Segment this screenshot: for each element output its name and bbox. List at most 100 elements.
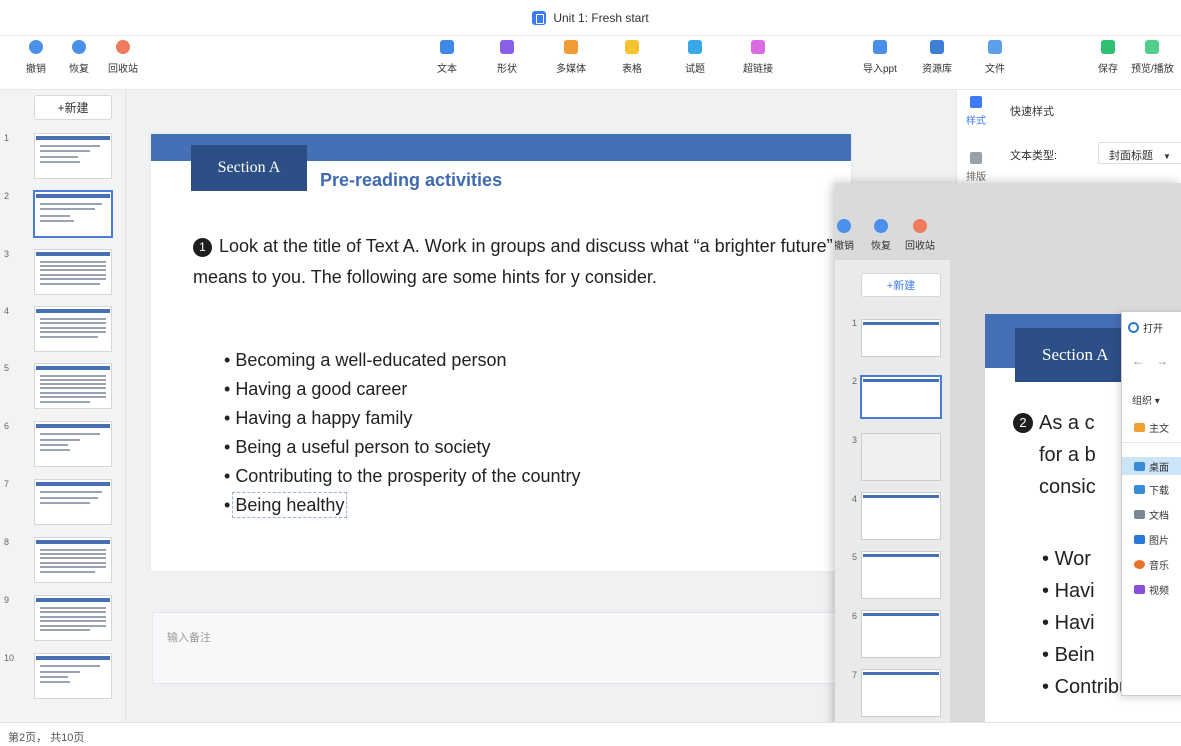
nav-arrows[interactable]: ← →: [1132, 354, 1168, 368]
undo-button[interactable]: 撤销: [26, 40, 46, 75]
overlay-window[interactable]: 撤销 恢复 回收站 +新建 1 2 3 4 5 6 7 8 Section A …: [835, 183, 1181, 746]
dialog-item-music[interactable]: 音乐: [1122, 557, 1169, 572]
slide-num: 7: [852, 670, 858, 680]
slide-thumb-2[interactable]: 2: [0, 191, 120, 237]
slide-thumb-6[interactable]: 6: [0, 421, 120, 467]
tab-layout[interactable]: 排版: [962, 152, 990, 183]
undo-icon: [837, 219, 851, 233]
thumbnail: [34, 249, 112, 295]
slide-thumb-4[interactable]: 4: [0, 306, 120, 352]
resources-button[interactable]: 资源库: [922, 40, 952, 75]
dialog-item-videos[interactable]: 视频: [1122, 582, 1169, 597]
import-ppt-button[interactable]: 导入ppt: [863, 40, 897, 75]
redo-icon: [72, 40, 86, 54]
slide-thumb-8[interactable]: 8: [0, 537, 120, 583]
list-item: Contributing to the prosperity of the co…: [224, 462, 580, 491]
overlay-thumb-4[interactable]: [861, 492, 941, 540]
music-icon: [1134, 560, 1145, 569]
preview-icon: [1145, 40, 1160, 54]
dialog-item-pictures[interactable]: 图片: [1122, 532, 1169, 547]
thumbnail: [34, 595, 112, 641]
question-text: Look at the title of Text A. Work in gro…: [193, 236, 833, 287]
overlay-thumb-1[interactable]: [861, 319, 941, 357]
list-item: Having a good career: [224, 375, 581, 404]
tab-style[interactable]: 样式: [962, 96, 990, 127]
slide-num: 1: [852, 318, 858, 328]
notes-input[interactable]: 输入备注: [152, 612, 852, 684]
slide-thumb-3[interactable]: 3: [0, 249, 120, 295]
picture-icon: [1134, 535, 1145, 544]
thumbnail: [34, 537, 112, 583]
thumbnail: [34, 653, 112, 699]
quiz-icon: [688, 40, 702, 54]
selected-text-box[interactable]: Being healthy: [232, 492, 348, 518]
chevron-down-icon: ▼: [1163, 152, 1171, 161]
organize-menu[interactable]: 组织 ▾: [1132, 392, 1160, 407]
question-number: 2: [1013, 413, 1033, 433]
import-ppt-icon: [872, 40, 887, 54]
dialog-item-home[interactable]: 主文: [1122, 420, 1169, 435]
overlay-new-button[interactable]: +新建: [861, 273, 941, 297]
question-line: for a b: [1039, 444, 1096, 466]
video-icon: [1134, 585, 1145, 594]
recycle-bin-button[interactable]: 回收站: [108, 40, 138, 75]
window-title: Unit 1: Fresh start: [553, 10, 649, 25]
section-label[interactable]: Section A: [191, 145, 307, 191]
slide-num: 2: [852, 376, 858, 386]
question-number: 1: [193, 238, 212, 257]
open-icon: [1128, 322, 1139, 333]
recycle-bin-icon: [116, 40, 130, 54]
question-text-box[interactable]: 1 Look at the title of Text A. Work in gr…: [193, 231, 843, 293]
back-arrow-icon[interactable]: ←: [1132, 354, 1144, 368]
forward-arrow-icon[interactable]: →: [1156, 354, 1168, 368]
download-icon: [1134, 485, 1145, 494]
overlay-redo-button[interactable]: 恢复: [871, 219, 891, 252]
overlay-section-label: Section A: [1015, 328, 1135, 382]
shape-icon: [500, 40, 514, 54]
slide-thumb-5[interactable]: 5: [0, 363, 120, 409]
thumbnail: [34, 191, 112, 237]
overlay-thumb-3[interactable]: [861, 433, 941, 481]
overlay-thumb-7[interactable]: [861, 669, 941, 717]
redo-button[interactable]: 恢复: [69, 40, 89, 75]
table-button[interactable]: 表格: [622, 40, 642, 75]
overlay-thumb-2[interactable]: [861, 376, 941, 418]
thumbnail: [34, 133, 112, 179]
shape-button[interactable]: 形状: [497, 40, 517, 75]
desktop-icon: [1134, 461, 1145, 471]
dialog-item-downloads[interactable]: 下载: [1122, 482, 1169, 497]
slide-thumb-1[interactable]: 1: [0, 133, 120, 179]
slide-thumb-9[interactable]: 9: [0, 595, 120, 641]
dialog-divider: [1122, 442, 1181, 443]
thumbnail: [34, 363, 112, 409]
text-type-label: 文本类型:: [1010, 150, 1058, 162]
open-file-dialog[interactable]: 打开 ← → 组织 ▾ 主文 桌面 下载 文档 图片 音乐 视频: [1121, 311, 1181, 696]
overlay-undo-button[interactable]: 撤销: [835, 219, 854, 252]
file-button[interactable]: 文件: [985, 40, 1005, 75]
overlay-thumb-6[interactable]: [861, 610, 941, 658]
undo-icon: [29, 40, 43, 54]
hyperlink-icon: [751, 40, 765, 54]
slide-thumb-10[interactable]: 10: [0, 653, 120, 699]
slide-num: 4: [852, 494, 858, 504]
hyperlink-button[interactable]: 超链接: [743, 40, 773, 75]
text-type-select[interactable]: 封面标题 ▼: [1098, 142, 1181, 164]
table-icon: [625, 40, 639, 54]
text-button[interactable]: 文本: [437, 40, 457, 75]
hint-list[interactable]: Becoming a well-educated person Having a…: [224, 346, 581, 520]
media-button[interactable]: 多媒体: [556, 40, 586, 75]
slide-thumb-7[interactable]: 7: [0, 479, 120, 525]
overlay-thumb-5[interactable]: [861, 551, 941, 599]
save-button[interactable]: 保存: [1098, 40, 1118, 75]
preview-button[interactable]: 预览/播放: [1131, 40, 1174, 75]
save-icon: [1101, 40, 1115, 54]
overlay-recycle-button[interactable]: 回收站: [905, 219, 935, 252]
dialog-item-desktop[interactable]: 桌面: [1122, 457, 1181, 475]
file-icon: [988, 40, 1002, 54]
new-slide-button[interactable]: +新建: [34, 95, 112, 120]
dialog-item-documents[interactable]: 文档: [1122, 507, 1169, 522]
slide-num: 5: [852, 552, 858, 562]
notes-placeholder: 输入备注: [167, 632, 211, 644]
quiz-button[interactable]: 试题: [685, 40, 705, 75]
section-title[interactable]: Pre-reading activities: [320, 170, 502, 191]
